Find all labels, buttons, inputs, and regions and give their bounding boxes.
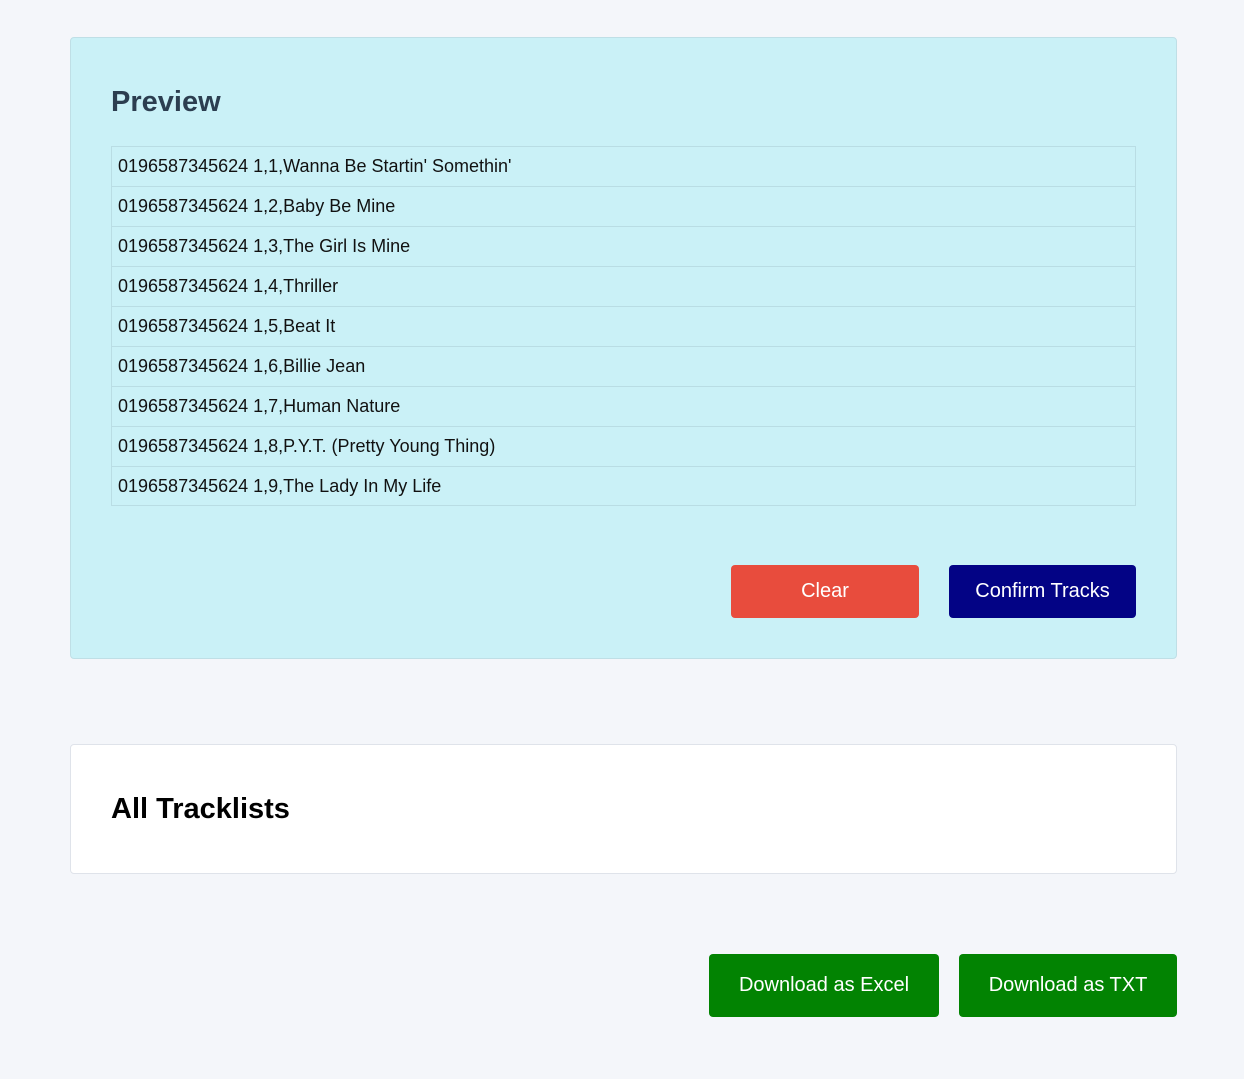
download-txt-button[interactable]: Download as TXT	[959, 954, 1177, 1017]
track-row: 0196587345624 1,2,Baby Be Mine	[112, 187, 1135, 227]
preview-panel: Preview 0196587345624 1,1,Wanna Be Start…	[70, 37, 1177, 659]
track-row: 0196587345624 1,7,Human Nature	[112, 387, 1135, 427]
track-row: 0196587345624 1,6,Billie Jean	[112, 347, 1135, 387]
track-list: 0196587345624 1,1,Wanna Be Startin' Some…	[111, 146, 1136, 506]
track-row: 0196587345624 1,8,P.Y.T. (Pretty Young T…	[112, 427, 1135, 467]
track-row: 0196587345624 1,4,Thriller	[112, 267, 1135, 307]
clear-button[interactable]: Clear	[731, 565, 919, 618]
track-row: 0196587345624 1,5,Beat It	[112, 307, 1135, 347]
download-excel-button[interactable]: Download as Excel	[709, 954, 939, 1017]
all-tracklists-title: All Tracklists	[111, 793, 290, 825]
all-tracklists-panel: All Tracklists	[70, 744, 1177, 874]
confirm-tracks-button[interactable]: Confirm Tracks	[949, 565, 1136, 618]
track-row: 0196587345624 1,1,Wanna Be Startin' Some…	[112, 147, 1135, 187]
preview-title: Preview	[111, 86, 221, 118]
track-row: 0196587345624 1,3,The Girl Is Mine	[112, 227, 1135, 267]
track-row: 0196587345624 1,9,The Lady In My Life	[118, 476, 442, 496]
